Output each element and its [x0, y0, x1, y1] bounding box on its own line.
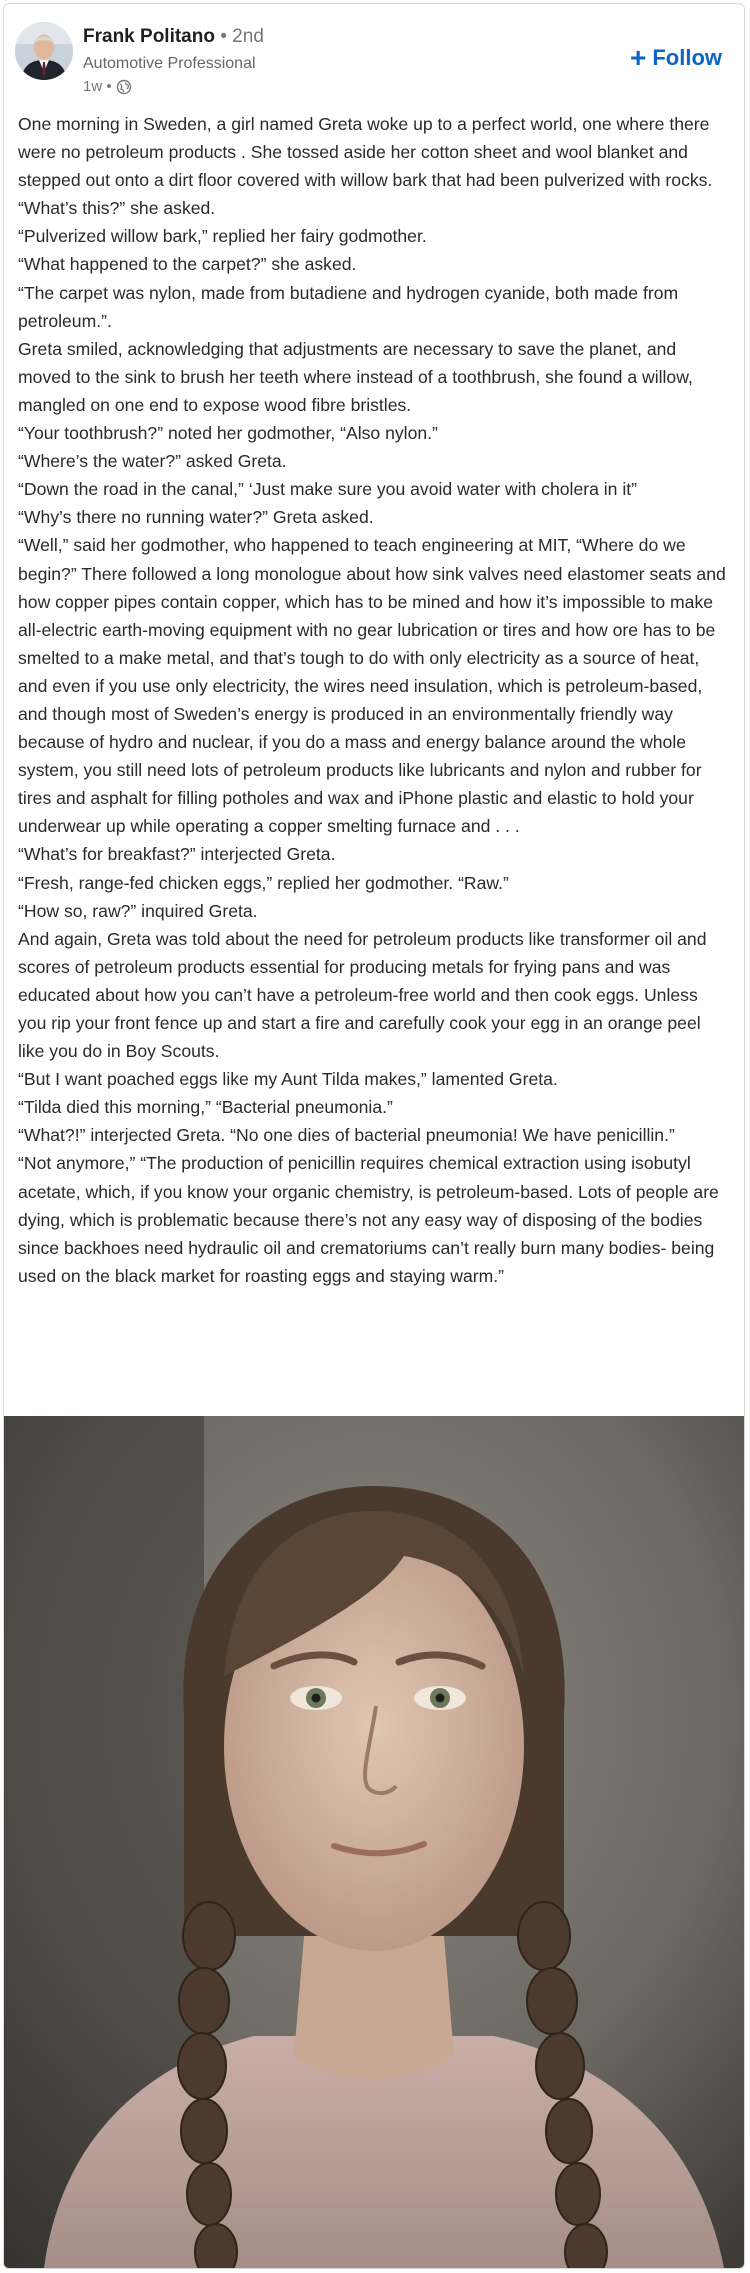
- post-header: Frank Politano • 2nd Automotive Professi…: [4, 4, 744, 104]
- post-paragraph: “Down the road in the canal,” ‘Just make…: [18, 479, 638, 500]
- post-paragraph: “The carpet was nylon, made from butadie…: [18, 282, 679, 331]
- follow-button[interactable]: + Follow: [629, 42, 722, 73]
- plus-icon: +: [629, 42, 647, 73]
- post-paragraph: “Not anymore,” “The production of penici…: [18, 1153, 719, 1286]
- post-meta: 1w •: [83, 78, 132, 95]
- post-paragraph: “Where’s the water?” asked Greta.: [18, 451, 287, 472]
- post-paragraph: “How so, raw?” inquired Greta.: [18, 900, 258, 921]
- post-time[interactable]: 1w •: [83, 78, 112, 95]
- post-paragraph: “Pulverized willow bark,” replied her fa…: [18, 226, 427, 247]
- post-paragraph: “Fresh, range-fed chicken eggs,” replied…: [18, 872, 509, 893]
- post-paragraph: Greta smiled, acknowledging that adjustm…: [18, 338, 693, 415]
- post-paragraph: “Why’s there no running water?” Greta as…: [18, 507, 374, 528]
- post-paragraph: “What’s for breakfast?” interjected Gret…: [18, 844, 336, 865]
- author-line: Frank Politano • 2nd: [83, 26, 264, 48]
- post-paragraph: “Tilda died this morning,” “Bacterial pn…: [18, 1097, 393, 1118]
- avatar[interactable]: [15, 22, 73, 80]
- post-paragraph: And again, Greta was told about the need…: [18, 928, 707, 1062]
- connection-degree: • 2nd: [220, 26, 264, 47]
- post-paragraph: “But I want poached eggs like my Aunt Ti…: [18, 1069, 558, 1090]
- post-paragraph: “What happened to the carpet?” she asked…: [18, 254, 357, 275]
- post-card: Frank Politano • 2nd Automotive Professi…: [3, 3, 745, 2269]
- post-paragraph: “Your toothbrush?” noted her godmother, …: [18, 423, 438, 444]
- post-paragraph: One morning in Sweden, a girl named Gret…: [18, 114, 713, 219]
- globe-icon: [116, 79, 132, 95]
- post-image[interactable]: [4, 1416, 744, 2268]
- post-text: One morning in Sweden, a girl named Gret…: [18, 110, 730, 1290]
- post-paragraph: “What?!” interjected Greta. “No one dies…: [18, 1125, 675, 1146]
- follow-label: Follow: [652, 45, 722, 70]
- post-paragraph: “Well,” said her godmother, who happened…: [18, 535, 726, 837]
- author-name[interactable]: Frank Politano: [83, 26, 215, 47]
- author-headline: Automotive Professional: [83, 55, 256, 72]
